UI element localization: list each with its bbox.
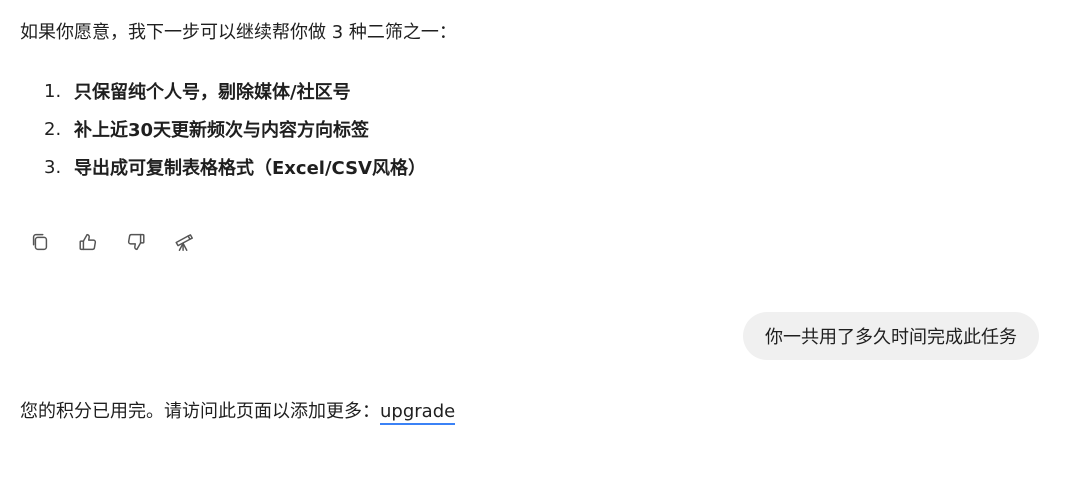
thumbs-up-icon	[79, 233, 97, 251]
thumbs-up-button[interactable]	[74, 228, 102, 256]
user-message-bubble: 你一共用了多久时间完成此任务	[743, 312, 1039, 360]
list-item: 3. 导出成可复制表格格式（Excel/CSV风格）	[44, 148, 426, 186]
thumbs-down-icon	[127, 233, 145, 251]
copy-button[interactable]	[26, 228, 54, 256]
chat-page: 如果你愿意，我下一步可以继续帮你做 3 种二筛之一： 1. 只保留纯个人号，剔除…	[0, 0, 1080, 497]
list-item-text: 补上近30天更新频次与内容方向标签	[74, 120, 370, 141]
list-item: 2. 补上近30天更新频次与内容方向标签	[44, 110, 426, 148]
user-message-text: 你一共用了多久时间完成此任务	[765, 327, 1017, 348]
telescope-icon	[175, 234, 193, 251]
assistant-options-list: 1. 只保留纯个人号，剔除媒体/社区号 2. 补上近30天更新频次与内容方向标签…	[44, 72, 426, 186]
list-item: 1. 只保留纯个人号，剔除媒体/社区号	[44, 72, 426, 110]
credits-notice: 您的积分已用完。请访问此页面以添加更多：upgrade	[20, 398, 456, 426]
list-item-number: 3.	[44, 156, 62, 178]
credits-notice-text: 您的积分已用完。请访问此页面以添加更多：	[20, 401, 380, 422]
list-item-text: 只保留纯个人号，剔除媒体/社区号	[74, 82, 351, 103]
upgrade-link[interactable]: upgrade	[380, 401, 456, 425]
copy-icon	[32, 233, 48, 251]
message-actions-bar	[26, 228, 198, 256]
assistant-intro-text: 如果你愿意，我下一步可以继续帮你做 3 种二筛之一：	[20, 22, 457, 43]
telescope-button[interactable]	[170, 228, 198, 256]
list-item-number: 1.	[44, 80, 62, 102]
list-item-number: 2.	[44, 118, 62, 140]
list-item-text: 导出成可复制表格格式（Excel/CSV风格）	[74, 158, 426, 179]
thumbs-down-button[interactable]	[122, 228, 150, 256]
